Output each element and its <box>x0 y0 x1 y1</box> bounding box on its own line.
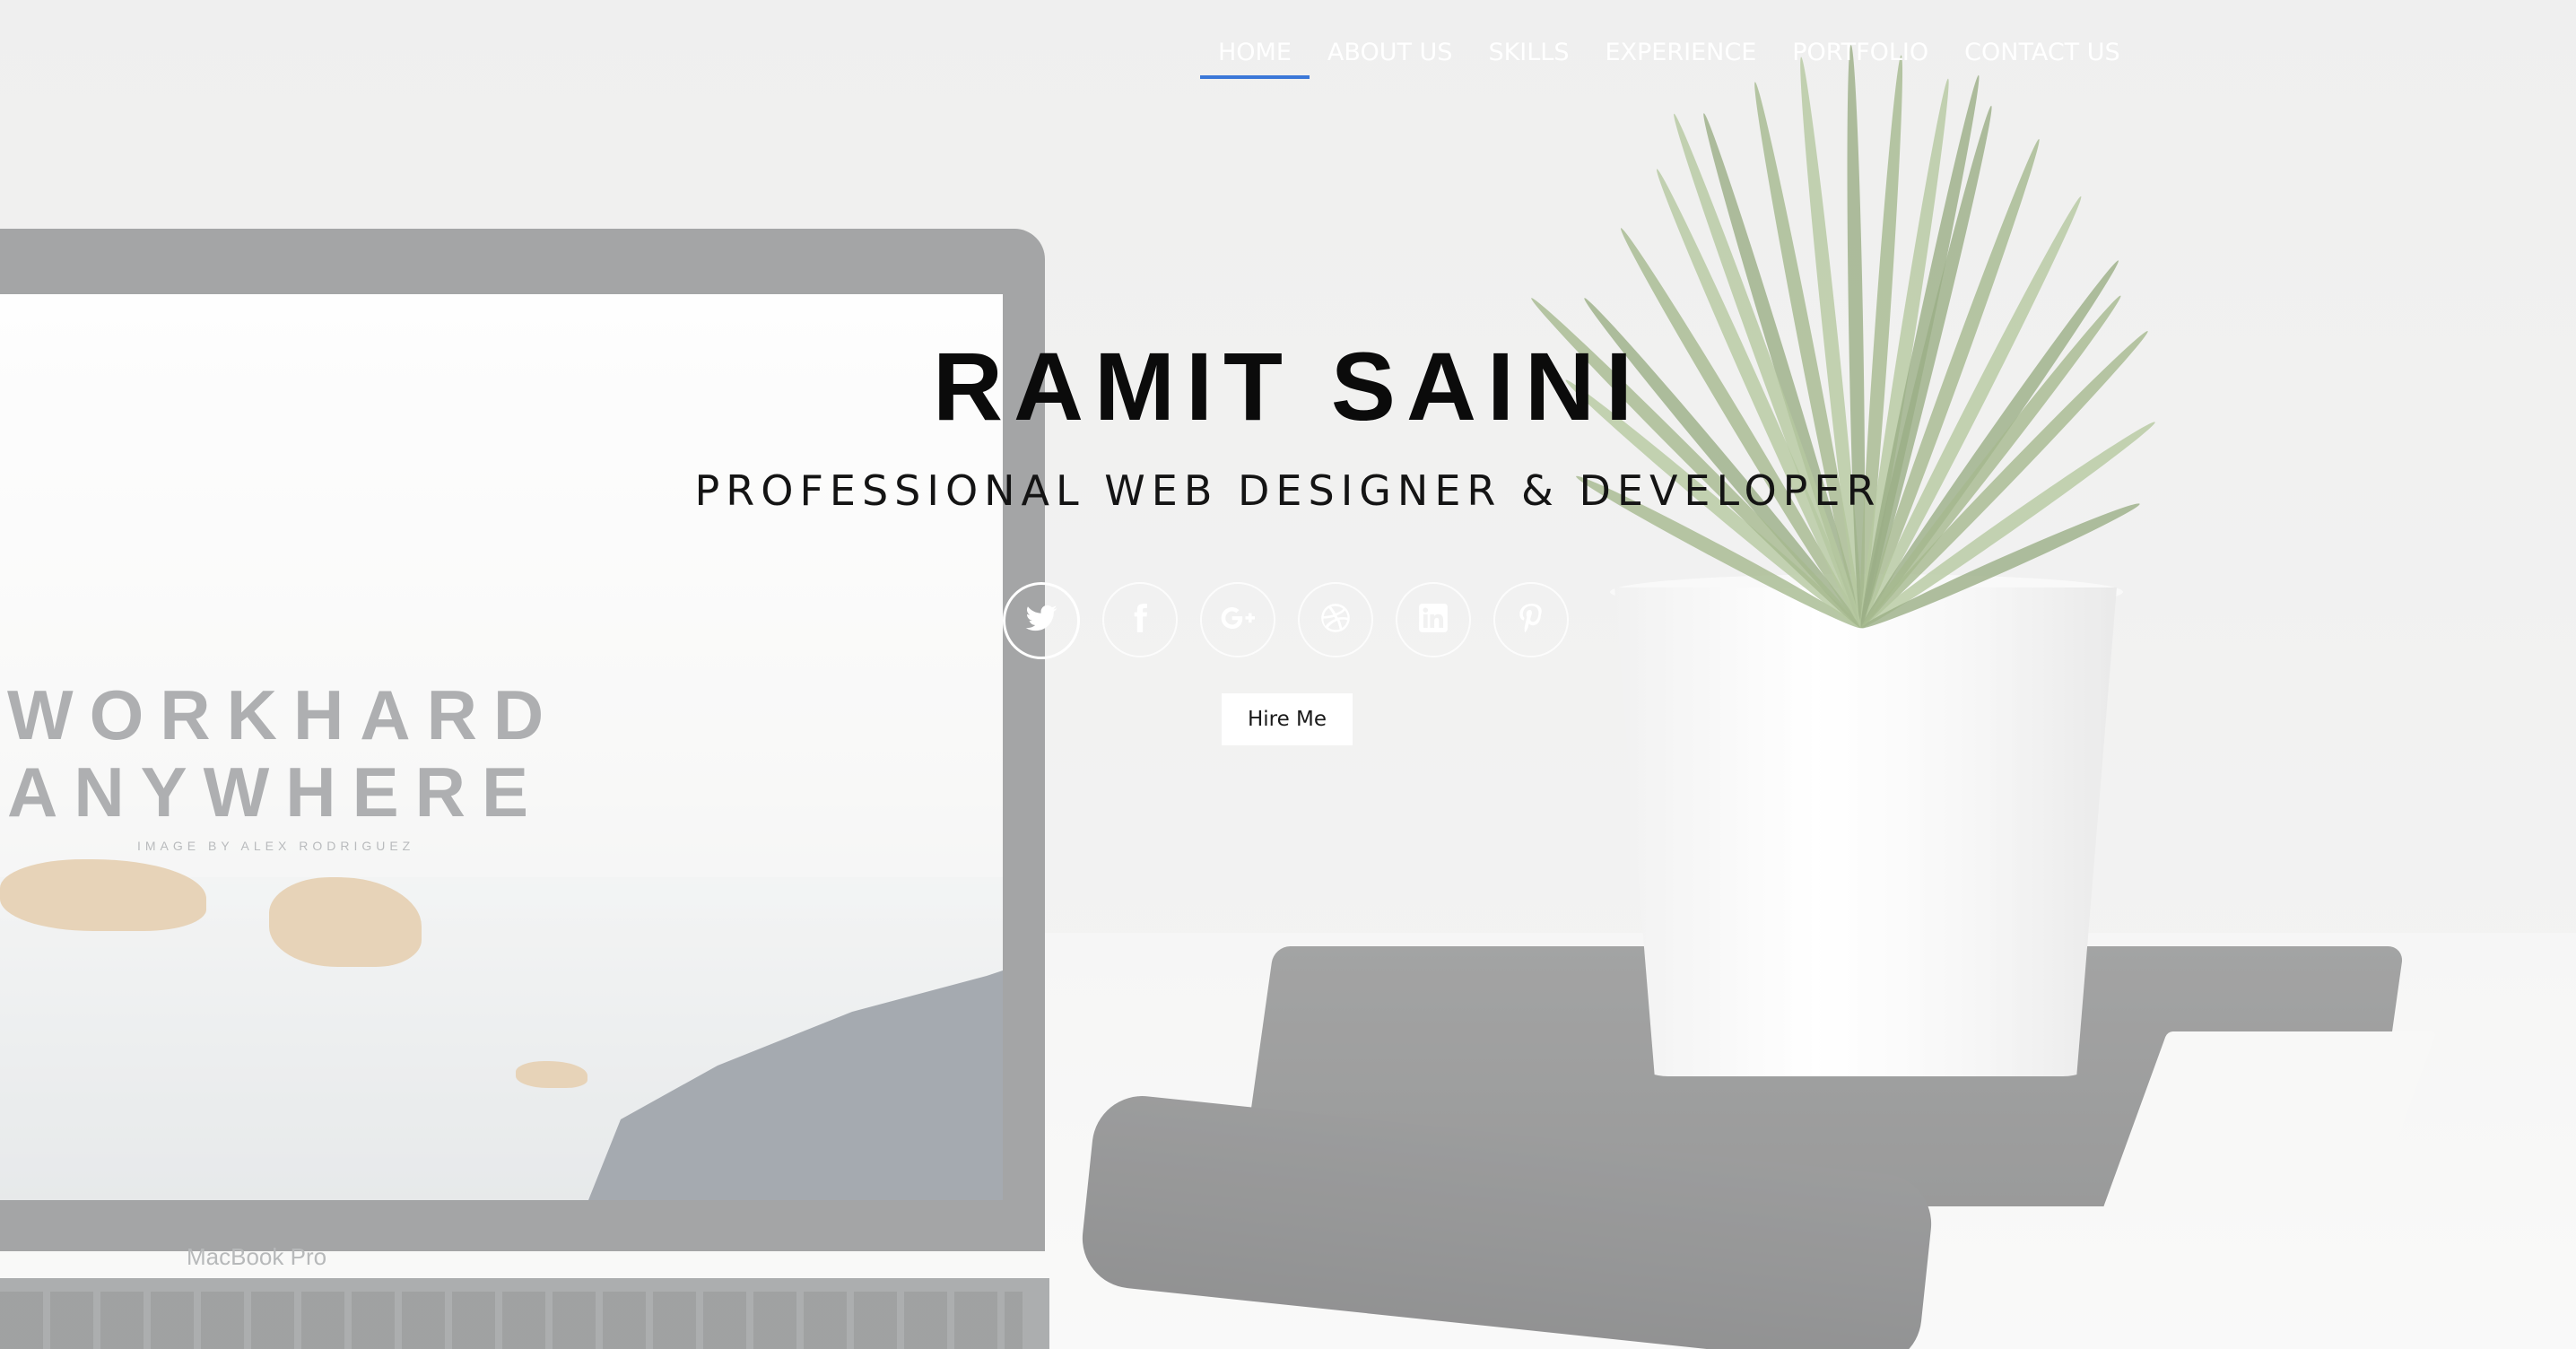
pinterest-link[interactable] <box>1493 582 1569 657</box>
twitter-link[interactable] <box>1003 582 1080 659</box>
twitter-icon <box>1024 602 1058 640</box>
google-plus-link[interactable] <box>1200 582 1275 657</box>
nav-item-home[interactable]: HOME <box>1200 34 1310 79</box>
main-nav: HOME ABOUT US SKILLS EXPERIENCE PORTFOLI… <box>1200 34 2138 79</box>
page: WORKHARD ANYWHERE IMAGE BY ALEX RODRIGUE… <box>0 0 2576 1349</box>
dribbble-icon <box>1318 601 1353 639</box>
dribbble-link[interactable] <box>1298 582 1373 657</box>
social-links <box>1003 582 1569 659</box>
nav-item-experience[interactable]: EXPERIENCE <box>1587 34 1774 79</box>
linkedin-icon <box>1416 601 1450 639</box>
hero-title: RAMIT SAINI <box>933 332 1643 440</box>
nav-item-contact-us[interactable]: CONTACT US <box>1946 34 2138 79</box>
facebook-icon <box>1123 601 1157 639</box>
pinterest-icon <box>1514 601 1548 639</box>
linkedin-link[interactable] <box>1396 582 1471 657</box>
facebook-link[interactable] <box>1102 582 1178 657</box>
background-overlay <box>0 0 2576 1349</box>
hire-me-button[interactable]: Hire Me <box>1222 693 1353 745</box>
google-plus-icon <box>1221 601 1255 639</box>
nav-item-about-us[interactable]: ABOUT US <box>1310 34 1471 79</box>
nav-item-skills[interactable]: SKILLS <box>1470 34 1587 79</box>
nav-item-portfolio[interactable]: PORTFOLIO <box>1774 34 1946 79</box>
hero-subtitle: PROFESSIONAL WEB DESIGNER & DEVELOPER <box>694 466 1882 515</box>
